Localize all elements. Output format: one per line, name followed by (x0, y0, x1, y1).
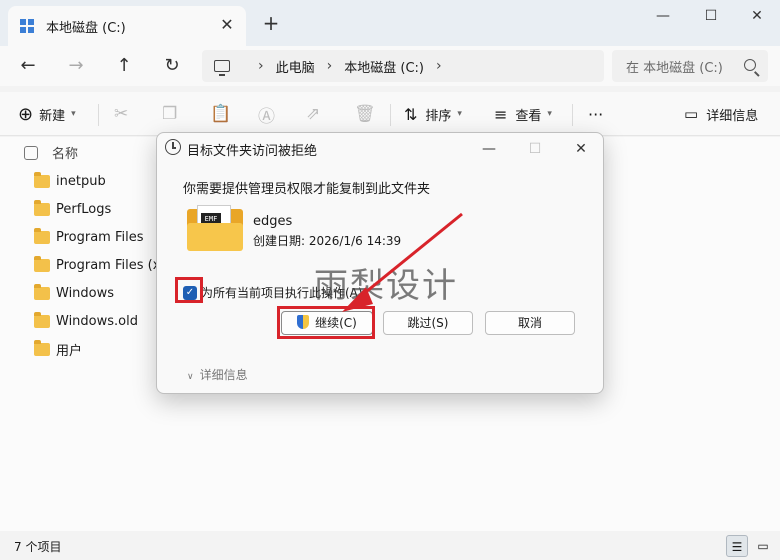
title-bar: 本地磁盘 (C:) ✕ + — ☐ ✕ (0, 0, 780, 46)
clock-icon (165, 139, 181, 155)
folder-icon (34, 227, 50, 244)
skip-button[interactable]: 跳过(S) (383, 311, 473, 335)
list-item[interactable]: inetpub (34, 170, 106, 192)
search-icon (744, 59, 756, 71)
list-item[interactable]: 用户 (34, 338, 82, 360)
computer-icon (214, 60, 230, 76)
item-name: inetpub (56, 173, 106, 189)
drive-icon (20, 19, 36, 33)
view-lines-icon: ≡ (494, 104, 508, 124)
folder-icon (34, 199, 50, 216)
item-name: 用户 (56, 343, 83, 359)
folder-icon: EMF (187, 205, 243, 251)
details-view-icon[interactable]: ☰ (726, 535, 748, 557)
view-label: 查看 (515, 108, 542, 124)
plus-circle-icon: ⊕ (18, 103, 34, 125)
new-button[interactable]: ⊕ 新建 ▾ (18, 103, 76, 125)
cancel-button[interactable]: 取消 (485, 311, 575, 335)
file-created-date: 创建日期: 2026/1/6 14:39 (253, 234, 402, 248)
dialog-message: 你需要提供管理员权限才能复制到此文件夹 (183, 182, 431, 197)
folder-icon (34, 171, 50, 188)
details-pane-button[interactable]: ▭ 详细信息 (684, 103, 758, 125)
breadcrumb-separator: › (435, 58, 442, 74)
details-expander[interactable]: ∨ 详细信息 (187, 366, 248, 383)
details-expander-label: 详细信息 (199, 368, 248, 382)
item-name: PerfLogs (56, 201, 112, 217)
new-label: 新建 (39, 108, 66, 124)
file-name: edges (253, 214, 293, 229)
folder-icon (34, 255, 50, 272)
watermark-text: 雨梨设计 (314, 266, 458, 306)
sort-icon: ⇅ (404, 104, 418, 124)
paste-icon[interactable]: 📋 (210, 103, 231, 125)
item-name: Program Files (56, 229, 144, 245)
view-button[interactable]: ≡ 查看 ▾ (494, 103, 552, 125)
divider (98, 104, 99, 126)
chevron-down-icon: ∨ (187, 372, 194, 382)
details-label: 详细信息 (706, 108, 759, 124)
status-bar: 7 个项目 ☰ ▭ (0, 531, 780, 560)
chevron-down-icon: ▾ (547, 109, 552, 119)
dialog-minimize-button[interactable]: — (479, 139, 499, 159)
list-item[interactable]: PerfLogs (34, 198, 111, 220)
select-all-checkbox[interactable] (24, 145, 38, 160)
folder-icon (34, 311, 50, 328)
list-item[interactable]: Windows.old (34, 310, 138, 332)
more-options-button[interactable]: ··· (588, 103, 603, 125)
new-tab-button[interactable]: + (262, 13, 280, 33)
up-button[interactable]: ↑ (112, 54, 136, 78)
breadcrumb-separator: › (258, 58, 264, 74)
tab-local-disk[interactable]: 本地磁盘 (C:) ✕ (8, 6, 246, 46)
item-name: Windows (56, 285, 115, 301)
list-item[interactable]: Program Files (34, 226, 144, 248)
highlight-box-continue (277, 306, 375, 339)
chevron-down-icon: ▾ (457, 109, 462, 119)
minimize-button[interactable]: — (640, 5, 686, 27)
copy-icon[interactable]: ❐ (162, 103, 177, 125)
item-name: Program Files (x8 (56, 257, 169, 273)
folder-icon (34, 339, 50, 356)
chevron-down-icon: ▾ (71, 109, 76, 119)
dialog-title: 目标文件夹访问被拒绝 (187, 144, 318, 159)
tab-close-icon[interactable]: ✕ (218, 16, 236, 34)
divider (572, 104, 573, 126)
details-pane-icon: ▭ (684, 105, 699, 123)
highlight-box-checkbox (175, 277, 203, 303)
dialog-close-button[interactable]: ✕ (571, 139, 591, 159)
breadcrumb-this-pc[interactable]: 此电脑 (276, 57, 315, 76)
folder-icon (34, 283, 50, 300)
sort-button[interactable]: ⇅ 排序 ▾ (404, 103, 462, 125)
search-input[interactable]: 在 本地磁盘 (C:) (612, 50, 768, 82)
list-item[interactable]: Program Files (x8 (34, 254, 169, 276)
tab-title: 本地磁盘 (C:) (46, 20, 126, 36)
list-item[interactable]: Windows (34, 282, 114, 304)
column-header-name[interactable]: 名称 (24, 143, 78, 162)
forward-button[interactable]: → (64, 54, 88, 78)
close-window-button[interactable]: ✕ (734, 5, 780, 27)
item-count: 7 个项目 (14, 540, 62, 554)
search-placeholder: 在 本地磁盘 (C:) (626, 60, 723, 76)
rename-icon[interactable]: Ⓐ (258, 103, 275, 127)
item-name: Windows.old (56, 313, 138, 329)
breadcrumb-local-disk[interactable]: 本地磁盘 (C:) (344, 57, 424, 76)
command-bar: ⊕ 新建 ▾ ✂ ❐ 📋 Ⓐ ⇗ 🗑 ⇅ 排序 ▾ ≡ 查看 ▾ ··· ▭ 详… (0, 92, 780, 136)
dialog-maximize-button: ☐ (528, 141, 542, 157)
maximize-button[interactable]: ☐ (688, 5, 734, 27)
back-button[interactable]: ← (16, 54, 40, 78)
breadcrumb-separator: › (326, 58, 333, 74)
sort-label: 排序 (425, 108, 452, 124)
divider (390, 104, 391, 126)
share-icon[interactable]: ⇗ (306, 103, 320, 125)
tiles-view-icon[interactable]: ▭ (752, 535, 774, 557)
cut-icon[interactable]: ✂ (114, 103, 128, 125)
delete-icon[interactable]: 🗑 (354, 103, 376, 125)
address-bar[interactable]: › 此电脑 › 本地磁盘 (C:) › (202, 50, 604, 82)
refresh-button[interactable]: ↻ (160, 54, 184, 78)
navigation-bar: ← → ↑ ↻ › 此电脑 › 本地磁盘 (C:) › 在 本地磁盘 (C:) (0, 46, 780, 86)
column-name-label: 名称 (52, 147, 79, 162)
